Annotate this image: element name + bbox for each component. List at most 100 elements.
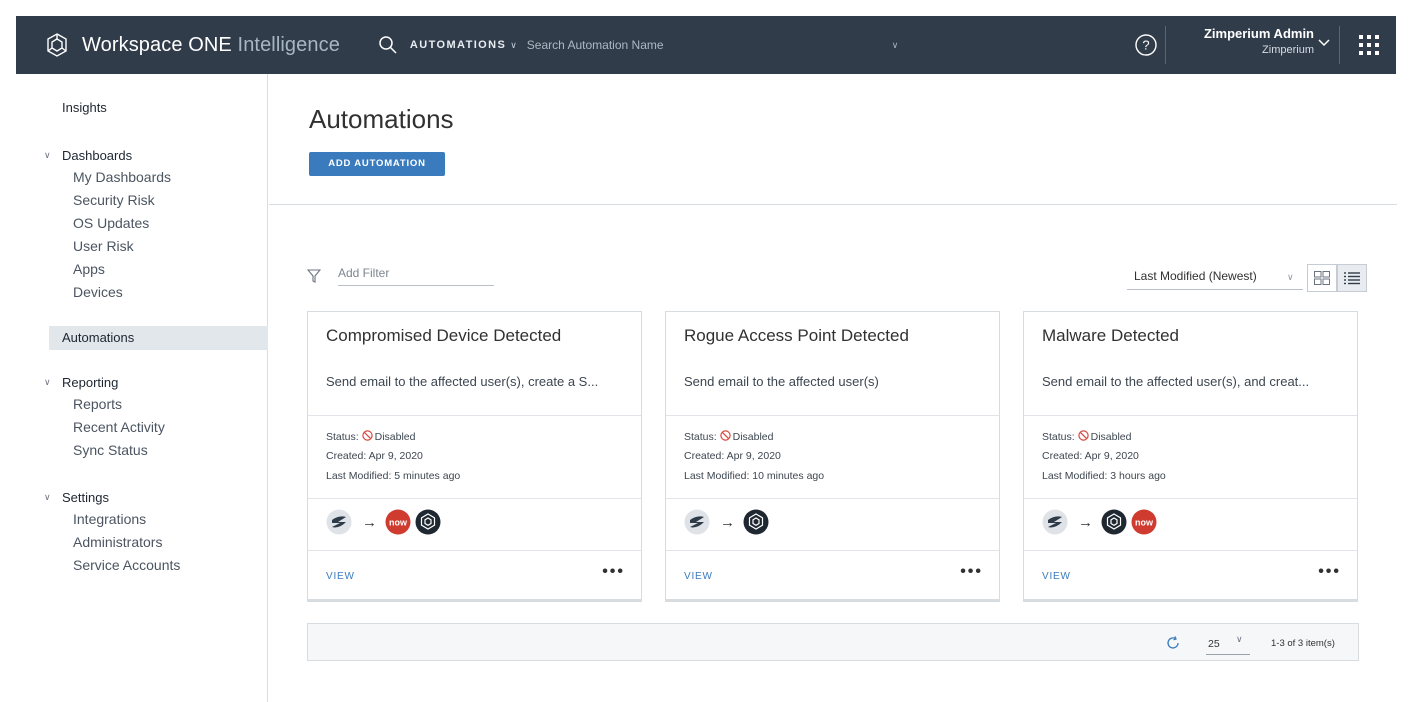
sidebar-group-header[interactable]: ∨ Reporting	[44, 371, 165, 393]
view-link[interactable]: VIEW	[326, 571, 355, 582]
chevron-down-icon[interactable]: ∨	[892, 40, 899, 51]
sidebar-item-apps[interactable]: Apps	[44, 258, 171, 281]
pagination-footer: 25 ∨ 1-3 of 3 item(s)	[307, 623, 1359, 661]
sidebar-item-integrations[interactable]: Integrations	[44, 508, 180, 531]
card-title[interactable]: Compromised Device Detected	[326, 326, 561, 346]
search-scope-dropdown[interactable]: AUTOMATIONS	[410, 39, 506, 51]
list-view-button[interactable]	[1337, 264, 1367, 292]
status-value: Disabled	[1090, 431, 1132, 443]
sidebar-item-my-dashboards[interactable]: My Dashboards	[44, 166, 171, 189]
arrow-right-icon: →	[720, 513, 735, 531]
search-input[interactable]: Search Automation Name	[527, 38, 887, 52]
filter-bar: Add Filter	[307, 266, 494, 286]
status-value: Disabled	[374, 431, 416, 443]
item-count: 1-3 of 3 item(s)	[1271, 638, 1335, 649]
automation-card[interactable]: Rogue Access Point Detected Send email to…	[665, 311, 1000, 600]
list-view-icon	[1344, 272, 1360, 285]
chevron-down-icon: ∨	[44, 149, 51, 160]
status-row: Status: Disabled	[326, 430, 415, 443]
sidebar-group-label: Reporting	[62, 374, 119, 390]
divider	[269, 204, 1397, 205]
chevron-down-icon: ∨	[44, 491, 51, 502]
divider	[1024, 498, 1357, 499]
card-title[interactable]: Malware Detected	[1042, 326, 1179, 346]
grid-view-icon	[1314, 271, 1330, 285]
divider	[666, 550, 999, 551]
sort-underline	[1127, 289, 1303, 290]
automation-card[interactable]: Malware Detected Send email to the affect…	[1023, 311, 1358, 600]
chevron-down-icon[interactable]	[1318, 39, 1330, 47]
sidebar-item-administrators[interactable]: Administrators	[44, 531, 180, 554]
sidebar-item-security-risk[interactable]: Security Risk	[44, 189, 171, 212]
sidebar-item-service-accounts[interactable]: Service Accounts	[44, 554, 180, 577]
view-link[interactable]: VIEW	[684, 571, 713, 582]
divider	[1165, 26, 1166, 64]
workflow-icons: →	[684, 509, 773, 535]
status-label: Status:	[326, 431, 359, 443]
sidebar: Insights ∨ Dashboards My Dashboards Secur…	[0, 74, 268, 702]
workspace-one-logo-icon	[47, 33, 67, 57]
sidebar-item-recent-activity[interactable]: Recent Activity	[44, 416, 165, 439]
workflow-icons: → now	[1042, 509, 1161, 535]
search-icon	[379, 36, 397, 54]
status-value: Disabled	[732, 431, 774, 443]
sidebar-item-devices[interactable]: Devices	[44, 281, 171, 304]
user-org: Zimperium	[1262, 44, 1314, 56]
page-size-select[interactable]: 25	[1208, 638, 1220, 650]
divider	[308, 415, 641, 416]
sidebar-group-header[interactable]: ∨ Dashboards	[44, 144, 171, 166]
brand[interactable]: Workspace ONE Intelligence	[44, 32, 340, 58]
card-description: Send email to the affected user(s)	[684, 374, 879, 389]
created-date: Created: Apr 9, 2020	[1042, 450, 1139, 462]
filter-icon[interactable]	[307, 269, 321, 283]
sidebar-group-header[interactable]: ∨ Settings	[44, 486, 180, 508]
more-actions-icon[interactable]: •••	[602, 563, 625, 581]
user-menu[interactable]: Zimperium Admin Zimperium	[1184, 26, 1314, 56]
sidebar-group-reporting: ∨ Reporting Reports Recent Activity Sync …	[44, 371, 165, 462]
card-title[interactable]: Rogue Access Point Detected	[684, 326, 909, 346]
top-nav-bar: Workspace ONE Intelligence AUTOMATIONS ∨…	[16, 16, 1396, 74]
grid-view-button[interactable]	[1307, 264, 1337, 292]
add-automation-button[interactable]: ADD AUTOMATION	[309, 152, 445, 176]
status-label: Status:	[1042, 431, 1075, 443]
sort-select[interactable]: Last Modified (Newest)	[1134, 269, 1257, 283]
sidebar-item-automations[interactable]: Automations	[49, 326, 268, 350]
more-actions-icon[interactable]: •••	[1318, 563, 1341, 581]
sidebar-item-reports[interactable]: Reports	[44, 393, 165, 416]
svg-text:now: now	[1135, 518, 1154, 528]
add-filter-input[interactable]: Add Filter	[338, 266, 494, 286]
divider	[308, 550, 641, 551]
svg-text:?: ?	[1142, 38, 1149, 53]
servicenow-icon: now	[385, 509, 411, 535]
sidebar-group-label: Settings	[62, 489, 109, 505]
grid-apps-icon[interactable]	[1359, 35, 1379, 55]
last-modified: Last Modified: 3 hours ago	[1042, 470, 1166, 482]
divider	[666, 498, 999, 499]
sidebar-item-os-updates[interactable]: OS Updates	[44, 212, 171, 235]
sidebar-item-sync-status[interactable]: Sync Status	[44, 439, 165, 462]
user-name: Zimperium Admin	[1203, 26, 1314, 41]
workspace-one-icon	[415, 509, 441, 535]
sidebar-item-user-risk[interactable]: User Risk	[44, 235, 171, 258]
divider	[1339, 26, 1340, 64]
disabled-icon	[719, 430, 731, 441]
divider	[666, 415, 999, 416]
chevron-down-icon[interactable]: ∨	[1236, 634, 1243, 645]
sidebar-item-insights[interactable]: Insights	[62, 100, 107, 115]
search-bar[interactable]: AUTOMATIONS ∨ Search Automation Name ∨	[378, 35, 898, 55]
more-actions-icon[interactable]: •••	[960, 563, 983, 581]
chevron-down-icon[interactable]: ∨	[1287, 272, 1294, 283]
view-link[interactable]: VIEW	[1042, 571, 1071, 582]
status-row: Status: Disabled	[684, 430, 773, 443]
question-circle-icon[interactable]: ?	[1134, 33, 1158, 57]
chevron-down-icon: ∨	[44, 376, 51, 387]
automation-card[interactable]: Compromised Device Detected Send email to…	[307, 311, 642, 600]
zimperium-icon	[326, 509, 352, 535]
refresh-icon[interactable]	[1166, 636, 1180, 650]
arrow-right-icon: →	[1078, 513, 1093, 531]
workspace-one-icon	[1101, 509, 1127, 535]
arrow-right-icon: →	[362, 513, 377, 531]
divider	[308, 498, 641, 499]
chevron-down-icon: ∨	[510, 39, 517, 50]
page-size-underline	[1206, 654, 1250, 655]
